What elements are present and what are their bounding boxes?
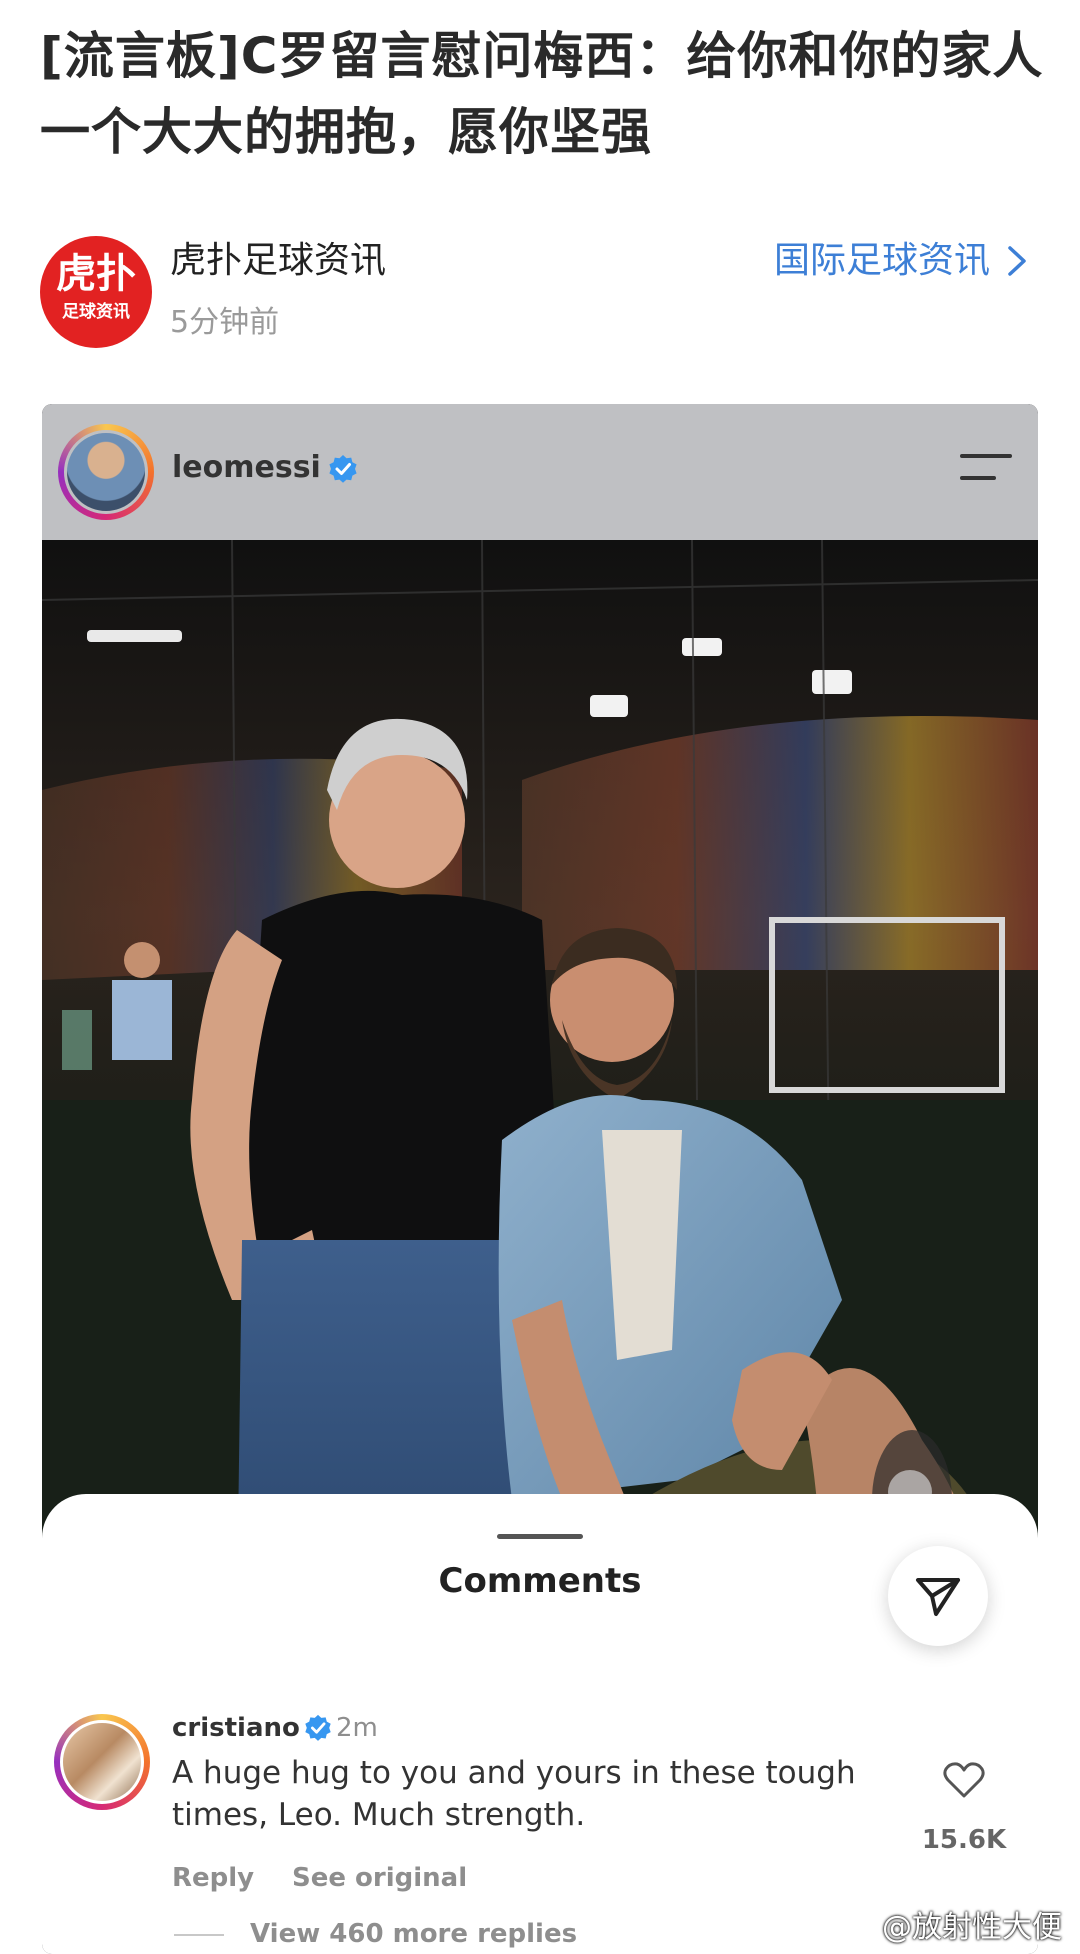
author-avatar[interactable]: 虎扑 足球资讯: [40, 236, 152, 348]
article-page: [流言板]C罗留言慰问梅西：给你和你的家人一个大大的拥抱，愿你坚强 虎扑 足球资…: [0, 0, 1080, 1954]
comment-time: 2m: [336, 1713, 378, 1743]
chevron-right-icon: [1008, 246, 1026, 276]
weibo-logo-icon: [842, 1915, 875, 1942]
comment-username[interactable]: cristiano: [172, 1708, 300, 1748]
sheet-grabber[interactable]: [497, 1534, 583, 1539]
commenter-avatar[interactable]: [54, 1714, 150, 1810]
watermark-text: @放射性大便: [882, 1910, 1062, 1945]
like-heart-icon[interactable]: [942, 1760, 986, 1800]
verified-badge-icon: [305, 1714, 331, 1741]
view-more-replies-button[interactable]: View 460 more replies: [250, 1914, 577, 1954]
post-photo: [42, 540, 1038, 1610]
channel-link[interactable]: 国际足球资讯: [774, 236, 1030, 286]
author-name[interactable]: 虎扑足球资讯: [170, 236, 386, 286]
avatar-photo: [64, 430, 148, 514]
post-time: 5分钟前: [170, 305, 280, 340]
instagram-screenshot: leomessi Comments cristiano 2m A huge hu…: [42, 404, 1038, 1954]
messi-avatar[interactable]: [58, 424, 154, 520]
weibo-watermark: @放射性大便: [842, 1908, 1062, 1948]
channel-link-label: 国际足球资讯: [773, 240, 990, 281]
send-icon: [916, 1578, 960, 1616]
post-username[interactable]: leomessi: [172, 446, 321, 490]
replies-divider: [174, 1934, 224, 1936]
like-count: 15.6K: [921, 1825, 1007, 1855]
logo-text: 虎扑: [56, 251, 136, 297]
share-button[interactable]: [888, 1546, 988, 1646]
logo-subtext: 足球资讯: [62, 302, 130, 322]
reply-button[interactable]: Reply: [172, 1858, 254, 1898]
comments-sheet: Comments cristiano 2m A huge hug to you …: [42, 1494, 1038, 1954]
verified-badge-icon: [329, 455, 357, 483]
commenter-avatar-photo: [60, 1720, 144, 1804]
see-original-button[interactable]: See original: [292, 1858, 467, 1898]
instagram-post-header: leomessi: [42, 404, 1038, 540]
comment-text: A huge hug to you and yours in these tou…: [172, 1755, 856, 1833]
menu-icon[interactable]: [960, 454, 1012, 484]
article-headline: [流言板]C罗留言慰问梅西：给你和你的家人一个大大的拥抱，愿你坚强: [40, 27, 1044, 161]
